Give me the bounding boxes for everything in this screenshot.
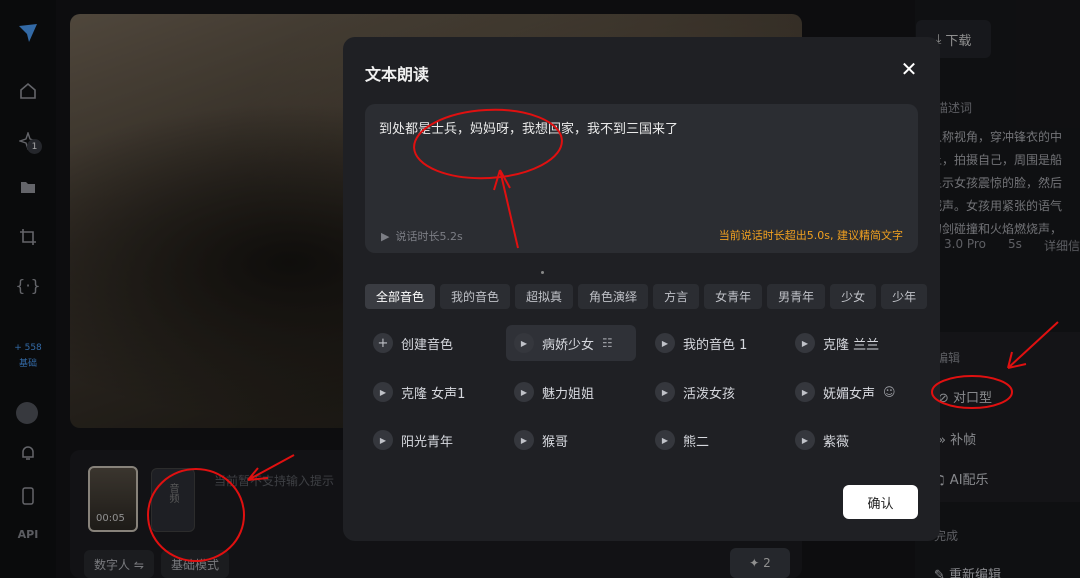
voice-option[interactable]: ▶ 妩媚女声 ☺ [787,374,904,410]
voice-label: 紫薇 [823,434,850,450]
duration-preview[interactable]: ▶ 说话时长5.2s [381,228,463,244]
voice-label: 妩媚女声 [823,386,876,402]
voice-option[interactable]: ▶ 我的音色 1 [647,325,755,361]
tab-my[interactable]: 我的音色 [440,284,511,309]
duration-warning: 当前说话时长超出5.0s, 建议精简文字 [718,229,903,242]
plus-icon: + [373,333,393,353]
divider-dot [541,271,544,274]
voice-label: 我的音色 1 [683,337,748,353]
tts-text: 到处都是士兵，妈妈呀，我想回家，我不到三国来了 [379,122,679,137]
modal-title: 文本朗读 [365,65,430,84]
voice-option[interactable]: ▶ 活泼女孩 [647,374,743,410]
play-icon[interactable]: ▶ [514,382,534,402]
voice-option[interactable]: ▶ 克隆 女声1 [365,374,473,410]
tab-young-female[interactable]: 女青年 [704,284,763,309]
play-icon[interactable]: ▶ [373,382,393,402]
settings-sliders-icon[interactable]: ☷ [602,336,613,350]
tab-realistic[interactable]: 超拟真 [515,284,574,309]
play-icon[interactable]: ▶ [795,382,815,402]
tab-role[interactable]: 角色演绎 [578,284,649,309]
voice-option[interactable]: ▶ 熊二 [647,422,717,458]
play-icon[interactable]: ▶ [514,333,534,353]
play-icon[interactable]: ▶ [795,430,815,450]
play-icon[interactable]: ▶ [373,430,393,450]
voice-category-tabs: 全部音色 我的音色 超拟真 角色演绎 方言 女青年 男青年 少女 少年 [365,284,928,309]
tts-modal: 文本朗读 ✕ 到处都是士兵，妈妈呀，我想回家，我不到三国来了 ▶ 说话时长5.2… [343,37,940,541]
confirm-button[interactable]: 确认 [843,485,918,519]
voice-label: 创建音色 [401,337,454,353]
play-icon[interactable]: ▶ [514,430,534,450]
tab-all[interactable]: 全部音色 [365,284,436,309]
voice-label: 阳光青年 [401,434,454,450]
tab-boy[interactable]: 少年 [881,284,928,309]
duration-label: 说话时长5.2s [395,230,463,243]
voice-option[interactable]: ▶ 克隆 兰兰 [787,325,887,361]
voice-label: 克隆 女声1 [401,386,466,402]
voice-option[interactable]: ▶ 猴哥 [506,422,576,458]
emotion-icon: ☺ [883,385,896,399]
voice-label: 魅力姐姐 [542,386,595,402]
voice-option[interactable]: ▶ 阳光青年 [365,422,461,458]
play-icon[interactable]: ▶ [655,382,675,402]
close-icon[interactable]: ✕ [898,57,920,81]
tts-text-input[interactable]: 到处都是士兵，妈妈呀，我想回家，我不到三国来了 ▶ 说话时长5.2s 当前说话时… [365,104,918,253]
voice-option[interactable]: ▶ 魅力姐姐 [506,374,602,410]
play-icon[interactable]: ▶ [795,333,815,353]
voice-label: 猴哥 [542,434,569,450]
voice-label: 病娇少女 [542,337,595,353]
create-voice-button[interactable]: + 创建音色 [365,325,461,361]
tab-young-male[interactable]: 男青年 [767,284,826,309]
voice-label: 熊二 [683,434,710,450]
voice-label: 克隆 兰兰 [823,337,880,353]
voice-option[interactable]: ▶ 紫薇 [787,422,857,458]
tab-girl[interactable]: 少女 [830,284,877,309]
voice-label: 活泼女孩 [683,386,736,402]
play-icon[interactable]: ▶ [655,333,675,353]
play-icon: ▶ [381,229,390,243]
tab-dialect[interactable]: 方言 [653,284,700,309]
play-icon[interactable]: ▶ [655,430,675,450]
voice-option[interactable]: ▶ 病娇少女 ☷ [506,325,636,361]
